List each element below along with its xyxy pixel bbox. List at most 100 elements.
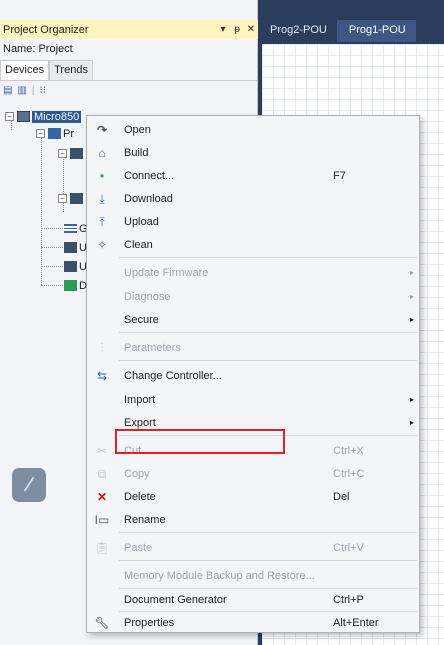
hierarchy-icon[interactable]: ⁝⁝ — [40, 85, 46, 96]
menu-item-label: Memory Module Backup and Restore... — [124, 569, 315, 582]
pin-icon[interactable]: ᵽ — [230, 24, 244, 35]
menu-item-build[interactable]: ⌂ Build — [88, 141, 418, 164]
panel-title: Project Organizer — [3, 23, 89, 36]
menu-item-update-firmware[interactable]: Update Firmware ▸ — [88, 261, 418, 284]
menu-item-label: Secure — [124, 313, 159, 326]
tree-node[interactable]: − — [58, 190, 85, 207]
menu-item-memory-module[interactable]: Memory Module Backup and Restore... — [88, 564, 418, 587]
tree-node[interactable]: − Pr — [36, 125, 74, 142]
connect-icon: • — [99, 168, 105, 183]
collapse-icon[interactable]: − — [58, 194, 67, 203]
menu-item-change-controller[interactable]: ⇆ Change Controller... — [88, 364, 418, 387]
menu-item-paste[interactable]: 📋︎ Paste Ctrl+V — [88, 536, 418, 559]
collapse-icon[interactable]: − — [58, 149, 67, 158]
tab-prog1-pou[interactable]: Prog1-POU — [336, 20, 416, 42]
side-launcher-icon[interactable]: ∕ — [12, 468, 46, 502]
module-icon — [70, 148, 83, 159]
global-variables-icon — [64, 224, 77, 233]
submenu-arrow-icon: ▸ — [410, 292, 415, 301]
menu-separator — [119, 560, 417, 561]
tab-prog2-pou[interactable]: Prog2-POU — [258, 20, 337, 42]
menu-item-label: Properties — [124, 616, 175, 629]
data-types-icon — [64, 280, 77, 291]
menu-item-properties[interactable]: 🔧︎ Properties Alt+Enter — [88, 611, 418, 634]
rename-icon: I▭ — [94, 512, 110, 527]
menu-item-clean[interactable]: ✧ Clean — [88, 233, 418, 256]
menu-item-import[interactable]: Import ▸ — [88, 388, 418, 411]
download-icon: ⤓ — [99, 191, 105, 206]
menu-item-label: Update Firmware — [124, 266, 209, 279]
menu-item-shortcut: Ctrl+C — [333, 467, 365, 480]
delete-icon: ✕ — [96, 489, 108, 504]
close-icon[interactable]: ✕ — [244, 24, 258, 35]
menu-item-label: Paste — [124, 541, 153, 554]
collapse-icon[interactable]: − — [5, 112, 14, 121]
menu-item-diagnose[interactable]: Diagnose ▸ — [88, 285, 418, 308]
panel-title-bar: Project Organizer ▾ ᵽ ✕ — [0, 20, 258, 39]
menu-item-shortcut: F7 — [333, 169, 346, 182]
menu-item-secure[interactable]: Secure ▸ — [88, 308, 418, 331]
menu-separator — [119, 332, 417, 333]
menu-item-label: Parameters — [124, 341, 181, 354]
tree-node-label: Micro850 — [32, 110, 82, 123]
menu-item-label: Open — [124, 123, 151, 136]
collapse-icon[interactable]: − — [36, 129, 45, 138]
menu-item-shortcut: Ctrl+X — [333, 444, 364, 457]
menu-item-rename[interactable]: I▭ Rename — [88, 508, 418, 531]
menu-item-shortcut: Alt+Enter — [333, 616, 379, 629]
menu-item-open[interactable]: ↷ Open — [88, 118, 418, 141]
menu-separator — [119, 532, 417, 533]
collapse-all-icon[interactable]: ▥ — [17, 85, 26, 96]
menu-item-label: Clean — [124, 238, 153, 251]
module-icon — [70, 193, 83, 204]
menu-item-upload[interactable]: ⤒ Upload — [88, 210, 418, 233]
panel-dropdown-icon[interactable]: ▾ — [216, 24, 230, 35]
menu-item-label: Delete — [124, 490, 156, 503]
tree-connector — [41, 266, 63, 267]
menu-item-download[interactable]: ⤓ Download — [88, 187, 418, 210]
upload-icon: ⤒ — [99, 214, 105, 229]
menu-item-label: Build — [124, 146, 149, 159]
menu-item-label: Rename — [124, 513, 166, 526]
highlight-annotation-box — [115, 429, 285, 454]
menu-item-label: Document Generator — [124, 593, 227, 606]
parameters-icon: ⫶ — [100, 340, 104, 355]
menu-item-document-generator[interactable]: Document Generator Ctrl+P — [88, 588, 418, 611]
tree-node[interactable]: − — [58, 145, 85, 162]
menu-separator — [119, 360, 417, 361]
menu-item-shortcut: Ctrl+P — [333, 593, 364, 606]
menu-item-shortcut: Del — [333, 490, 350, 503]
clean-icon: ✧ — [96, 237, 108, 252]
paste-icon: 📋︎ — [94, 540, 110, 555]
menu-item-label: Change Controller... — [124, 369, 222, 382]
menu-item-copy[interactable]: ⧉ Copy Ctrl+C — [88, 462, 418, 485]
tree-connector — [41, 228, 63, 229]
organizer-tabs: Devices Trends — [0, 60, 93, 80]
project-name-label: Name: Project — [3, 42, 73, 55]
expand-all-icon[interactable]: ▤ — [3, 85, 12, 96]
menu-item-label: Diagnose — [124, 290, 171, 303]
toolbar-separator: | — [31, 85, 35, 96]
program-folder-icon — [48, 128, 61, 139]
submenu-arrow-icon: ▸ — [410, 315, 415, 324]
menu-item-delete[interactable]: ✕ Delete Del — [88, 485, 418, 508]
menu-item-shortcut: Ctrl+V — [333, 541, 364, 554]
tree-node-controller[interactable]: − Micro850 — [5, 108, 82, 125]
menu-item-label: Upload — [124, 215, 159, 228]
wrench-icon: 🔧︎ — [94, 615, 110, 630]
submenu-arrow-icon: ▸ — [410, 268, 415, 277]
tab-trends[interactable]: Trends — [49, 60, 93, 80]
editor-tabs: Prog2-POU Prog1-POU — [258, 20, 444, 42]
menu-item-label: Connect... — [124, 169, 175, 182]
menu-item-connect[interactable]: • Connect... F7 — [88, 164, 418, 187]
menu-item-label: Export — [124, 416, 156, 429]
context-menu: ↷ Open ⌂ Build • Connect... F7 ⤓ Downloa… — [86, 115, 420, 633]
build-icon: ⌂ — [98, 145, 106, 160]
menu-item-parameters[interactable]: ⫶ Parameters — [88, 336, 418, 359]
copy-icon: ⧉ — [97, 466, 107, 481]
tab-devices[interactable]: Devices — [0, 60, 50, 80]
organizer-toolbar: ▤ ▥ | ⁝⁝ — [0, 80, 258, 100]
tree-connector — [41, 135, 42, 285]
submenu-arrow-icon: ▸ — [410, 395, 415, 404]
tree-connector — [41, 285, 63, 286]
